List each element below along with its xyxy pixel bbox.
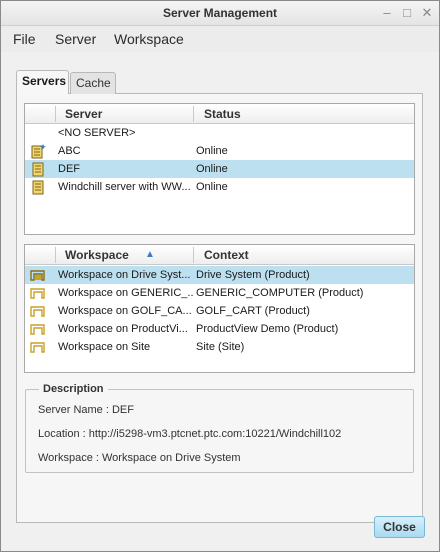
- workspace-icon: [30, 288, 45, 299]
- workspace-context: Drive System (Product): [196, 269, 310, 281]
- workspace-name: Workspace on ProductVi...: [58, 323, 188, 335]
- server-status: Online: [196, 181, 228, 193]
- minimize-icon[interactable]: –: [378, 4, 396, 22]
- column-header-workspace[interactable]: Workspace: [65, 248, 129, 262]
- workspace-row[interactable]: Workspace on GENERIC_... GENERIC_COMPUTE…: [25, 284, 414, 302]
- servers-table-header: Server Status: [25, 104, 414, 124]
- menu-bar: File Server Workspace: [1, 26, 439, 52]
- menu-file[interactable]: File: [13, 31, 36, 47]
- close-window-icon[interactable]: ✕: [418, 4, 436, 22]
- tab-cache[interactable]: Cache: [70, 72, 116, 94]
- server-row[interactable]: Windchill server with WW... Online: [25, 178, 414, 196]
- description-server-name: Server Name : DEF: [38, 404, 134, 416]
- workspace-row[interactable]: Workspace on ProductVi... ProductView De…: [25, 320, 414, 338]
- servers-table: Server Status <NO SERVER> ABC Online DEF…: [24, 103, 415, 235]
- column-header-status[interactable]: Status: [204, 107, 241, 121]
- tab-servers[interactable]: Servers: [16, 70, 69, 94]
- workspace-icon: [30, 324, 45, 335]
- description-workspace: Workspace : Workspace on Drive System: [38, 452, 241, 464]
- workspace-context: ProductView Demo (Product): [196, 323, 339, 335]
- server-icon: [32, 162, 44, 177]
- workspace-icon: [30, 270, 45, 281]
- server-name: Windchill server with WW...: [58, 181, 191, 193]
- workspace-context: GOLF_CART (Product): [196, 305, 310, 317]
- sort-ascending-icon[interactable]: ▲: [145, 249, 155, 260]
- description-legend: Description: [39, 383, 108, 395]
- title-bar: Server Management – □ ✕: [1, 1, 439, 26]
- server-row[interactable]: <NO SERVER>: [25, 124, 414, 142]
- workspace-name: Workspace on GOLF_CA...: [58, 305, 192, 317]
- column-separator: [193, 247, 194, 263]
- server-icon: [32, 180, 44, 195]
- workspace-name: Workspace on Drive Syst...: [58, 269, 191, 281]
- close-button[interactable]: Close: [374, 516, 425, 538]
- workspace-name: Workspace on Site: [58, 341, 151, 353]
- server-name: DEF: [58, 163, 80, 175]
- server-active-icon: [31, 144, 46, 159]
- server-status: Online: [196, 145, 228, 157]
- menu-server[interactable]: Server: [55, 31, 96, 47]
- maximize-icon[interactable]: □: [398, 4, 416, 22]
- workspace-icon: [30, 342, 45, 353]
- column-header-context[interactable]: Context: [204, 248, 249, 262]
- workspace-icon: [30, 306, 45, 317]
- server-name: <NO SERVER>: [58, 127, 136, 139]
- column-separator: [55, 106, 56, 122]
- server-status: Online: [196, 163, 228, 175]
- workspace-row[interactable]: Workspace on Site Site (Site): [25, 338, 414, 356]
- server-row-selected[interactable]: DEF Online: [25, 160, 414, 178]
- column-header-server[interactable]: Server: [65, 107, 102, 121]
- workspace-context: GENERIC_COMPUTER (Product): [196, 287, 364, 299]
- server-name: ABC: [58, 145, 81, 157]
- workspace-table: Workspace ▲ Context Workspace on Drive S…: [24, 244, 415, 373]
- column-separator: [55, 247, 56, 263]
- workspace-row[interactable]: Workspace on GOLF_CA... GOLF_CART (Produ…: [25, 302, 414, 320]
- description-location: Location : http://i5298-vm3.ptcnet.ptc.c…: [38, 428, 342, 440]
- column-separator: [193, 106, 194, 122]
- server-row[interactable]: ABC Online: [25, 142, 414, 160]
- workspace-context: Site (Site): [196, 341, 245, 353]
- workspace-table-header: Workspace ▲ Context: [25, 245, 414, 265]
- window-title: Server Management: [162, 6, 278, 20]
- menu-workspace[interactable]: Workspace: [114, 31, 184, 47]
- workspace-name: Workspace on GENERIC_...: [58, 287, 193, 299]
- workspace-row-selected[interactable]: Workspace on Drive Syst... Drive System …: [25, 266, 414, 284]
